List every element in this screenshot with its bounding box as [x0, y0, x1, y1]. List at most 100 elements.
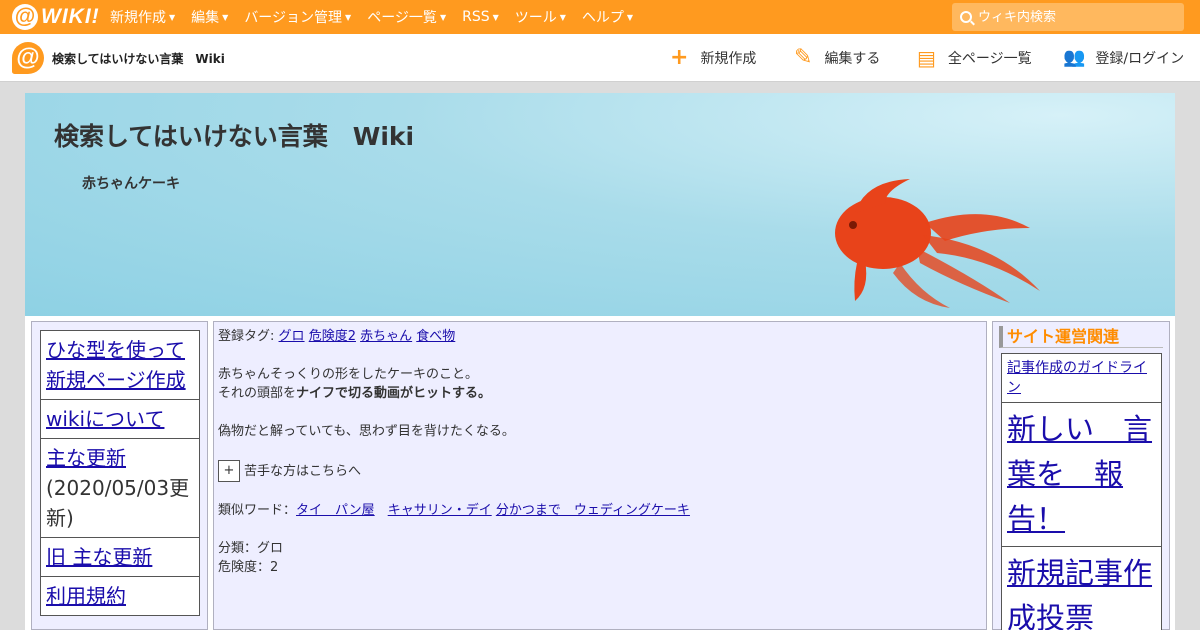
caret-down-icon: ▼ [626, 12, 634, 22]
tag-link[interactable]: 食べ物 [416, 329, 455, 344]
menu-cell: 旧 主な更新 [40, 537, 200, 577]
menu-cell: 記事作成のガイドライン [1001, 353, 1162, 403]
list-item: 記事作成のガイドライン [1001, 353, 1162, 403]
danger-line: 危険度：2 [218, 560, 279, 575]
right-menu-table: 記事作成のガイドライン 新しい 言葉を 報告！ 新規記事作成投票 [1001, 353, 1162, 630]
similar-link[interactable]: タイ パン屋 [296, 503, 375, 518]
menu-cell: 新しい 言葉を 報告！ [1001, 402, 1162, 547]
caret-down-icon: ▼ [345, 12, 352, 22]
list-item: 利用規約 [40, 576, 200, 616]
similar-link[interactable]: キャサリン・デイ [388, 503, 492, 518]
menu-cell: ひな型を使って新規ページ作成 [40, 330, 200, 400]
caret-down-icon: ▼ [169, 12, 176, 22]
description-line: 偽物だと解っていても、思わず目を背けたくなる。 [218, 424, 515, 439]
menu-cell: wikiについて [40, 399, 200, 439]
left-menu-link[interactable]: wikiについて [46, 407, 164, 431]
list-item: wikiについて [40, 399, 200, 439]
expand-button[interactable]: + [218, 460, 240, 482]
at-icon: @ [12, 4, 38, 30]
category-line: 分類：グロ [218, 541, 284, 556]
left-menu-table: ひな型を使って新規ページ作成 wikiについて 主な更新 (2020/05/03更… [40, 330, 200, 616]
menu-version-label: バージョン管理 [244, 10, 343, 26]
atwiki-logo[interactable]: @ WIKI! [12, 4, 100, 30]
search-input[interactable] [978, 9, 1178, 25]
menu-new-label: 新規作成 [110, 10, 166, 26]
list-item: 新しい 言葉を 報告！ [1001, 402, 1162, 547]
similar-label: 類似ワード： [218, 503, 297, 518]
top-menu: 新規作成 ▼ 編集 ▼ バージョン管理 ▼ ページ一覧 ▼ RSS ▼ ツール ▼ ヘルプ ▼ [110, 0, 649, 34]
description-line: 赤ちゃんそっくりの形をしたケーキのこと。 [218, 367, 479, 382]
tag-link[interactable]: グロ [279, 329, 305, 344]
new-article-vote-link[interactable]: 新規記事作成投票 [1007, 556, 1152, 630]
update-date-note: (2020/05/03更新) [46, 476, 190, 530]
menu-edit[interactable]: 編集 ▼ [191, 7, 228, 27]
left-menu-link[interactable]: 主な更新 [46, 446, 126, 470]
menu-help[interactable]: ヘルプ ▼ [582, 7, 633, 27]
site-header-bar: @ 検索してはいけない言葉 Wiki + 新規作成 ✎ 編集する ▤ 全ページ一… [0, 34, 1200, 82]
expand-label: 苦手な方はこちらへ [244, 463, 362, 479]
menu-cell: 利用規約 [40, 576, 200, 616]
pencil-icon: ✎ [794, 45, 813, 70]
left-menu: ひな型を使って新規ページ作成 wikiについて 主な更新 (2020/05/03更… [31, 321, 208, 630]
wiki-banner: 検索してはいけない言葉 Wiki 赤ちゃんケーキ [25, 93, 1175, 316]
menu-cell: 主な更新 (2020/05/03更新) [40, 438, 200, 538]
search-icon [960, 11, 972, 23]
tags-line: 登録タグ: グロ 危険度2 赤ちゃん 食べ物 [218, 327, 982, 346]
new-page-label: 新規作成 [700, 51, 757, 67]
spoiler-toggle: + 苦手な方はこちらへ [218, 460, 982, 482]
list-item: ひな型を使って新規ページ作成 [40, 330, 200, 400]
description-line: それの頭部をナイフで切る動画がヒットする。 [218, 384, 982, 403]
report-word-link[interactable]: 新しい 言葉を 報告！ [1007, 412, 1152, 536]
right-menu: サイト運営関連 記事作成のガイドライン 新しい 言葉を 報告！ 新規記事作成投票 [992, 321, 1170, 630]
menu-tools-label: ツール [514, 10, 557, 26]
description-bold: ナイフで切る動画がヒットする。 [296, 386, 492, 401]
tags-label: 登録タグ: [218, 329, 275, 344]
right-menu-heading: サイト運営関連 [999, 326, 1163, 348]
menu-help-label: ヘルプ [581, 10, 624, 26]
page-title: 赤ちゃんケーキ [82, 176, 180, 192]
description-text: それの頭部を [218, 386, 297, 401]
menu-pages[interactable]: ページ一覧 ▼ [367, 7, 446, 27]
menu-tools[interactable]: ツール ▼ [515, 7, 566, 27]
menu-edit-label: 編集 [191, 10, 220, 26]
edit-page-label: 編集する [824, 51, 881, 67]
logo-text: WIKI! [41, 5, 100, 28]
caret-down-icon: ▼ [222, 12, 229, 22]
menu-rss[interactable]: RSS ▼ [462, 9, 499, 25]
menu-version[interactable]: バージョン管理 ▼ [244, 7, 351, 27]
document-icon: ▤ [917, 46, 936, 70]
site-logo-icon[interactable]: @ [12, 42, 44, 74]
all-pages-button[interactable]: ▤ 全ページ一覧 [917, 46, 1032, 70]
menu-new[interactable]: 新規作成 ▼ [110, 7, 175, 27]
menu-pages-label: ページ一覧 [367, 10, 437, 26]
similar-words-line: 類似ワード：タイ パン屋 キャサリン・デイ 分かつまで ウェディングケーキ [218, 501, 982, 520]
caret-down-icon: ▼ [439, 12, 447, 22]
top-nav-bar: @ WIKI! 新規作成 ▼ 編集 ▼ バージョン管理 ▼ ページ一覧 ▼ RSS ▼ ツ… [0, 0, 1200, 34]
caret-down-icon: ▼ [492, 12, 499, 22]
list-item: 旧 主な更新 [40, 537, 200, 577]
add-user-icon: 👥 [1063, 47, 1086, 68]
all-pages-label: 全ページ一覧 [947, 51, 1032, 67]
edit-page-button[interactable]: ✎ 編集する [794, 46, 880, 70]
site-title-link[interactable]: 検索してはいけない言葉 Wiki [52, 50, 225, 67]
tag-link[interactable]: 赤ちゃん [360, 329, 412, 344]
menu-rss-label: RSS [462, 9, 490, 25]
login-button[interactable]: 👥 登録/ログイン [1063, 46, 1184, 70]
login-label: 登録/ログイン [1095, 51, 1185, 67]
plus-icon: + [670, 45, 689, 70]
goldfish-image [835, 179, 1040, 308]
left-menu-link[interactable]: ひな型を使って新規ページ作成 [46, 338, 186, 392]
tag-link[interactable]: 危険度2 [309, 329, 356, 344]
left-menu-link[interactable]: 利用規約 [46, 584, 126, 608]
caret-down-icon: ▼ [559, 12, 566, 22]
list-item: 新規記事作成投票 [1001, 546, 1162, 630]
wiki-search [952, 3, 1184, 31]
new-page-button[interactable]: + 新規作成 [670, 46, 756, 70]
list-item: 主な更新 (2020/05/03更新) [40, 438, 200, 538]
main-content: 登録タグ: グロ 危険度2 赤ちゃん 食べ物 赤ちゃんそっくりの形をしたケーキの… [213, 321, 987, 630]
menu-cell: 新規記事作成投票 [1001, 546, 1162, 630]
banner-title[interactable]: 検索してはいけない言葉 Wiki [54, 117, 414, 153]
guideline-link[interactable]: 記事作成のガイドライン [1007, 360, 1147, 396]
similar-link[interactable]: 分かつまで ウェディングケーキ [496, 503, 690, 518]
left-menu-link[interactable]: 旧 主な更新 [46, 545, 152, 569]
